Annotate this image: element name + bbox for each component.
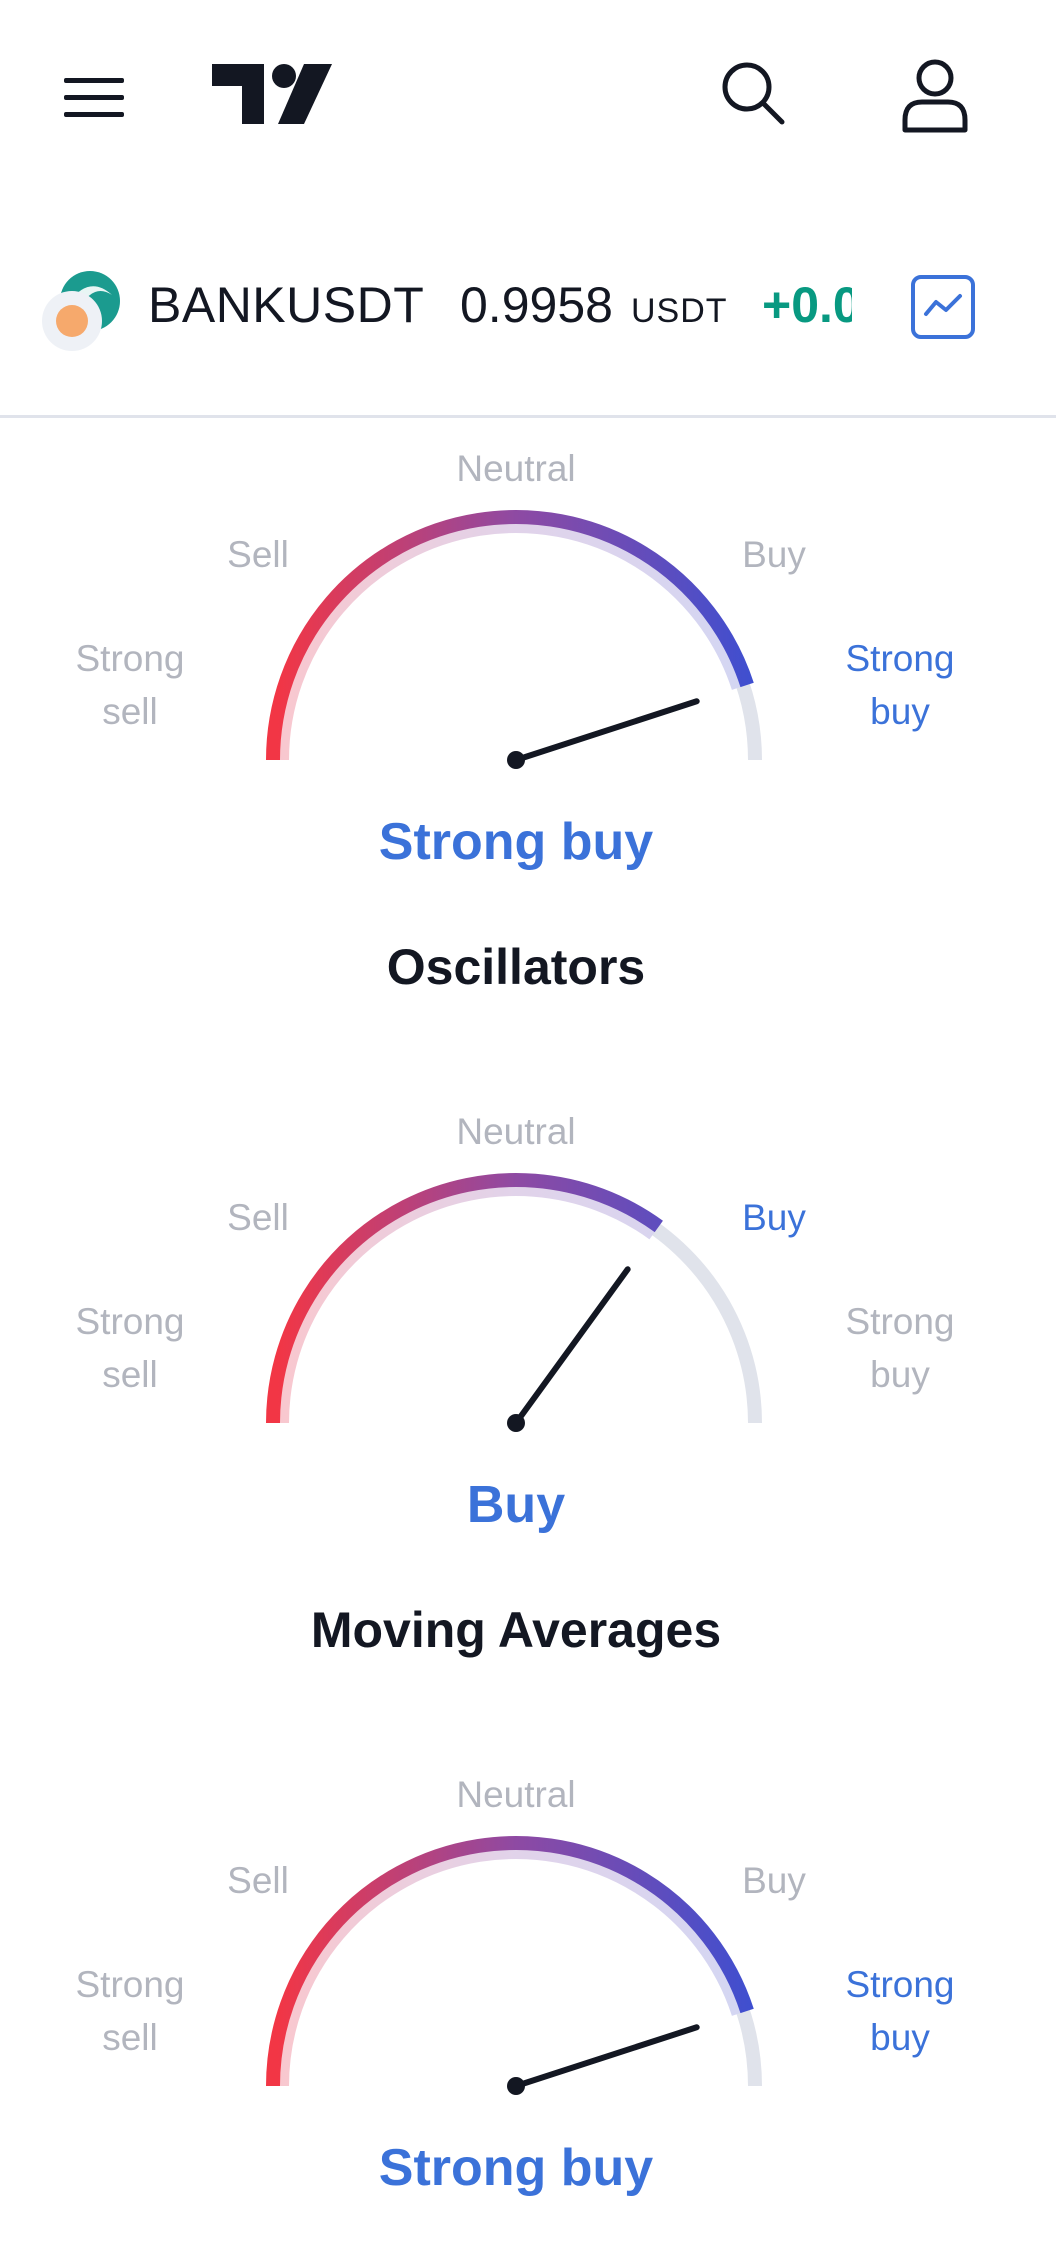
- gauge-fill: [266, 1836, 754, 2087]
- label-strong-buy: Strong buy: [810, 1958, 990, 2064]
- label-word: sell: [102, 2017, 158, 2058]
- gauge-needle: [513, 1266, 631, 1426]
- section-title: Moving Averages: [310, 1602, 722, 1658]
- gauge-pivot: [507, 2077, 525, 2095]
- label-word: Strong: [75, 638, 185, 679]
- rating-summary: Buy: [466, 1476, 566, 1534]
- label-word: Strong: [845, 1301, 955, 1342]
- label-word: buy: [870, 2017, 930, 2058]
- rating-summary: Strong buy: [378, 2139, 654, 2197]
- gauge-needle: [513, 2024, 700, 2089]
- label-word: buy: [870, 691, 930, 732]
- label-strong-sell: Strong sell: [40, 1958, 220, 2064]
- label-buy: Buy: [742, 1197, 806, 1238]
- label-word: Strong: [75, 1301, 185, 1342]
- gauge-fill-light: [271, 1841, 750, 2087]
- label-strong-buy: Strong buy: [810, 632, 990, 738]
- label-strong-sell: Strong sell: [40, 1295, 220, 1401]
- label-word: sell: [102, 691, 158, 732]
- label-sell: Sell: [227, 1197, 289, 1238]
- label-neutral: Neutral: [456, 448, 576, 489]
- gauge-fill: [266, 510, 754, 761]
- rating-summary: Strong buy: [378, 813, 654, 871]
- label-sell: Sell: [227, 534, 289, 575]
- label-strong-sell: Strong sell: [40, 632, 220, 738]
- gauge-fill-light: [271, 515, 750, 761]
- section-title: Oscillators: [386, 939, 646, 995]
- label-word: buy: [870, 1354, 930, 1395]
- label-sell: Sell: [227, 1860, 289, 1901]
- label-neutral: Neutral: [456, 1774, 576, 1815]
- label-buy: Buy: [742, 1860, 806, 1901]
- label-buy: Buy: [742, 534, 806, 575]
- label-word: sell: [102, 1354, 158, 1395]
- gauge-track: [270, 514, 762, 761]
- label-word: Strong: [845, 638, 955, 679]
- label-word: Strong: [75, 1964, 185, 2005]
- label-strong-buy: Strong buy: [810, 1295, 990, 1401]
- gauge-needle: [513, 698, 700, 763]
- technical-ratings: Neutral Sell Buy Strong sell Strong buy Strong …: [0, 0, 1056, 2257]
- gauge-pivot: [507, 751, 525, 769]
- label-word: Strong: [845, 1964, 955, 2005]
- gauge-track: [270, 1840, 762, 2087]
- label-neutral: Neutral: [456, 1111, 576, 1152]
- gauge-track: [270, 1177, 762, 1424]
- gauge-pivot: [507, 1414, 525, 1432]
